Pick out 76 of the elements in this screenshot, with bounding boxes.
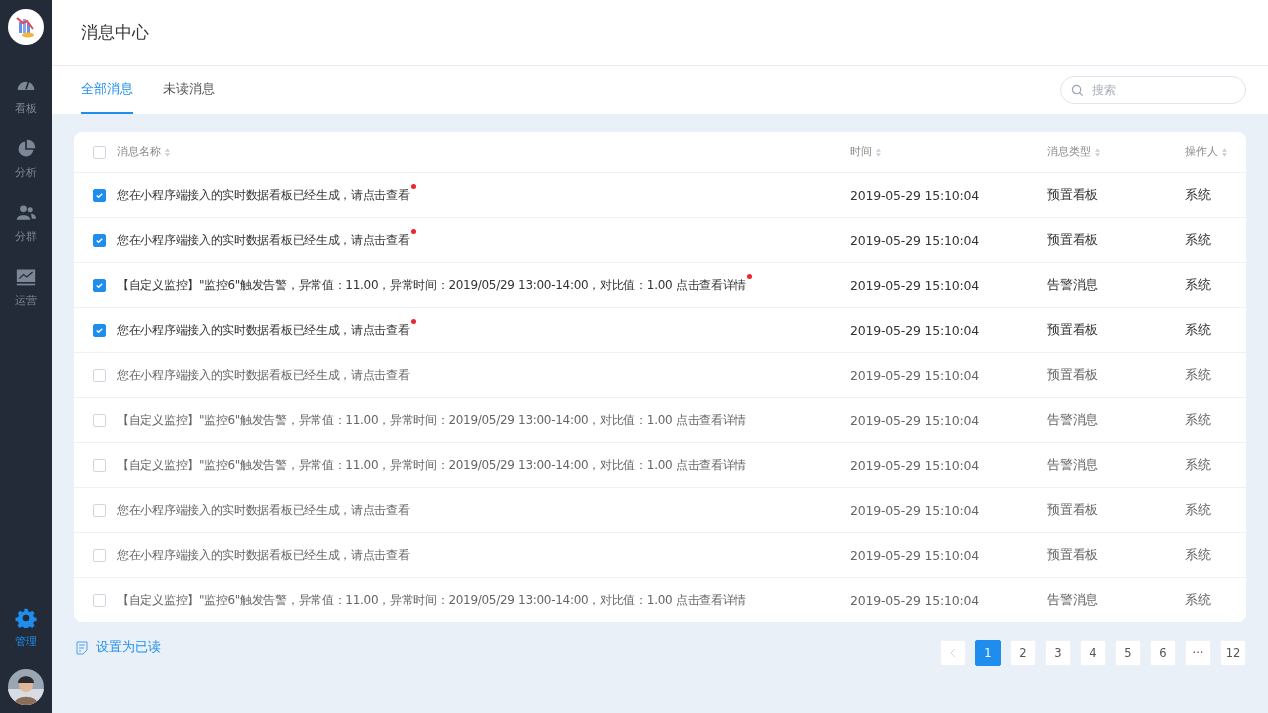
search-icon — [1071, 84, 1084, 97]
monitor-icon — [15, 267, 37, 287]
nav-item[interactable]: 运营 — [15, 267, 37, 308]
page-button[interactable]: 12 — [1220, 640, 1246, 666]
table-cell: 2019-05-29 15:10:04 — [850, 502, 979, 518]
table-cell: 预置看板 — [1047, 186, 1099, 204]
message-link[interactable]: 您在小程序端接入的实时数据看板已经生成，请点击查看 — [117, 186, 410, 204]
table-cell: 预置看板 — [1047, 501, 1099, 519]
table-cell: 2019-05-29 15:10:04 — [850, 457, 979, 473]
message-link[interactable]: 您在小程序端接入的实时数据看板已经生成，请点击查看 — [117, 321, 410, 339]
table-cell: 告警消息 — [1047, 456, 1099, 474]
page-button[interactable]: 4 — [1080, 640, 1106, 666]
settings-icon — [15, 608, 37, 628]
page-button[interactable]: 2 — [1010, 640, 1036, 666]
message-link[interactable]: 【自定义监控】"监控6"触发告警，异常值：11.00，异常时间：2019/05/29 13:00-14:00，对比值：1.00 点击查看详情 — [117, 591, 747, 609]
sort-icon[interactable] — [1095, 147, 1100, 157]
table-cell: 系统 — [1185, 591, 1211, 609]
table-cell: 预置看板 — [1047, 546, 1099, 564]
table-cell: 预置看板 — [1047, 321, 1099, 339]
sort-icon[interactable] — [165, 147, 170, 157]
nav-item[interactable]: 管理 — [15, 608, 37, 649]
checkbox[interactable] — [93, 323, 106, 337]
table-cell: 系统 — [1185, 546, 1211, 564]
nav-item[interactable]: 分群 — [15, 203, 37, 244]
document-icon — [76, 640, 88, 655]
table-cell: 系统 — [1185, 366, 1211, 384]
logo-icon — [8, 9, 44, 45]
column-header[interactable]: 消息类型 — [1047, 145, 1091, 159]
table-cell: 系统 — [1185, 231, 1211, 249]
page-button[interactable]: 5 — [1115, 640, 1141, 666]
chevron-left-icon — [950, 648, 956, 658]
table-cell: 告警消息 — [1047, 591, 1099, 609]
page-title: 消息中心 — [81, 21, 149, 44]
page-button[interactable]: 1 — [975, 640, 1001, 666]
table-cell: 预置看板 — [1047, 366, 1099, 384]
table-cell: 2019-05-29 15:10:04 — [850, 232, 979, 248]
table-cell: 2019-05-29 15:10:04 — [850, 322, 979, 338]
tab[interactable]: 未读消息 — [163, 66, 215, 114]
message-link[interactable]: 【自定义监控】"监控6"触发告警，异常值：11.00，异常时间：2019/05/29 13:00-14:00，对比值：1.00 点击查看详情 — [117, 456, 747, 474]
people-icon — [15, 203, 37, 223]
table-cell: 2019-05-29 15:10:04 — [850, 277, 979, 293]
table-cell: 2019-05-29 15:10:04 — [850, 547, 979, 563]
table-cell: 系统 — [1185, 321, 1211, 339]
table-cell: 系统 — [1185, 186, 1211, 204]
table-cell: 系统 — [1185, 276, 1211, 294]
table-cell: 2019-05-29 15:10:04 — [850, 187, 979, 203]
page-button[interactable]: ··· — [1185, 640, 1211, 666]
column-header[interactable]: 消息名称 — [117, 145, 161, 159]
table-cell: 系统 — [1185, 411, 1211, 429]
message-link[interactable]: 【自定义监控】"监控6"触发告警，异常值：11.00，异常时间：2019/05/29 13:00-14:00，对比值：1.00 点击查看详情 — [117, 411, 747, 429]
nav-item[interactable]: 看板 — [15, 75, 37, 116]
table-cell: 2019-05-29 15:10:04 — [850, 367, 979, 383]
table-cell: 系统 — [1185, 501, 1211, 519]
table-cell: 告警消息 — [1047, 276, 1099, 294]
message-link[interactable]: 您在小程序端接入的实时数据看板已经生成，请点击查看 — [117, 501, 410, 519]
table-cell: 2019-05-29 15:10:04 — [850, 412, 979, 428]
page-button[interactable]: 3 — [1045, 640, 1071, 666]
message-link[interactable]: 您在小程序端接入的实时数据看板已经生成，请点击查看 — [117, 231, 410, 249]
column-header[interactable]: 时间 — [850, 145, 872, 159]
message-link[interactable]: 【自定义监控】"监控6"触发告警，异常值：11.00，异常时间：2019/05/29 13:00-14:00，对比值：1.00 点击查看详情 — [117, 276, 747, 294]
checkbox[interactable] — [93, 278, 106, 292]
table-cell: 告警消息 — [1047, 411, 1099, 429]
message-link[interactable]: 您在小程序端接入的实时数据看板已经生成，请点击查看 — [117, 546, 410, 564]
checkbox[interactable] — [93, 233, 106, 247]
table-cell: 预置看板 — [1047, 231, 1099, 249]
sort-icon[interactable] — [876, 147, 881, 157]
tab[interactable]: 全部消息 — [81, 66, 133, 114]
table-cell: 2019-05-29 15:10:04 — [850, 592, 979, 608]
page-button[interactable]: 6 — [1150, 640, 1176, 666]
nav-item[interactable]: 分析 — [15, 139, 37, 180]
message-link[interactable]: 您在小程序端接入的实时数据看板已经生成，请点击查看 — [117, 366, 410, 384]
search-field[interactable]: 搜索 — [1060, 76, 1246, 104]
column-header[interactable]: 操作人 — [1185, 145, 1218, 159]
sort-icon[interactable] — [1222, 147, 1227, 157]
checkbox[interactable] — [93, 188, 106, 202]
table-cell: 系统 — [1185, 456, 1211, 474]
